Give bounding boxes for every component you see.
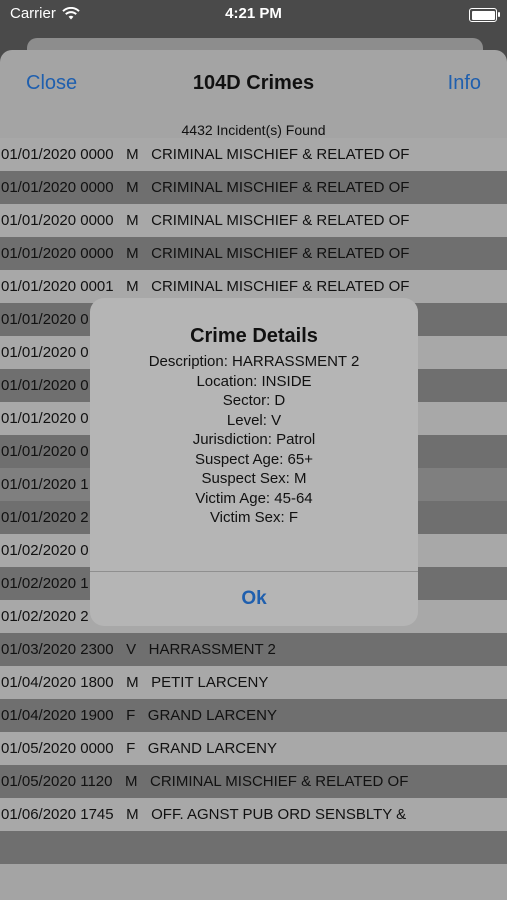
navigation-bar: Close 104D Crimes Info — [0, 50, 507, 118]
table-row[interactable]: 01/04/2020 1900 F GRAND LARCENY — [0, 699, 507, 732]
table-row[interactable]: 01/01/2020 0000 M CRIMINAL MISCHIEF & RE… — [0, 204, 507, 237]
table-row[interactable]: 01/01/2020 0000 M CRIMINAL MISCHIEF & RE… — [0, 237, 507, 270]
info-button[interactable]: Info — [448, 72, 481, 95]
alert-detail-line: Level: V — [226, 411, 282, 429]
table-row[interactable]: 01/01/2020 0000 M CRIMINAL MISCHIEF & RE… — [0, 138, 507, 171]
alert-detail-line: Location: INSIDE — [196, 372, 312, 390]
alert-detail-line: Jurisdiction: Patrol — [192, 431, 316, 448]
table-row[interactable]: 01/04/2020 1800 M PETIT LARCENY — [0, 666, 507, 699]
incident-count: 4432 Incident(s) Found — [181, 122, 326, 138]
crime-details-alert: Crime Details Description: HARRASSMENT 2… — [90, 298, 418, 626]
alert-detail-line: Suspect Age: 65+ — [194, 450, 313, 468]
table-row[interactable]: 01/03/2020 2300 V HARRASSMENT 2 — [0, 633, 507, 666]
table-row[interactable]: 01/05/2020 0000 F GRAND LARCENY — [0, 732, 507, 765]
alert-detail-line: Victim Sex: F — [209, 509, 299, 526]
alert-detail-line: Suspect Sex: M — [201, 470, 307, 487]
ok-button[interactable]: Ok — [90, 572, 418, 626]
status-time: 4:21 PM — [225, 5, 282, 22]
table-row[interactable]: 01/01/2020 0000 M CRIMINAL MISCHIEF & RE… — [0, 171, 507, 204]
page-title: 104D Crimes — [192, 72, 315, 94]
battery-icon — [469, 8, 500, 22]
alert-title: Crime Details — [190, 325, 318, 347]
alert-detail-line: Description: HARRASSMENT 2 — [148, 353, 360, 370]
table-row[interactable]: 01/05/2020 1120 M CRIMINAL MISCHIEF & RE… — [0, 765, 507, 798]
alert-detail-line: Sector: D — [222, 392, 286, 409]
alert-detail-line: Victim Age: 45-64 — [195, 489, 313, 507]
table-row[interactable] — [0, 831, 507, 864]
table-row[interactable]: 01/06/2020 1745 M OFF. AGNST PUB ORD SEN… — [0, 798, 507, 831]
status-bar: Carrier 4:21 PM — [0, 0, 507, 30]
alert-details: Description: HARRASSMENT 2 Location: INSI… — [90, 352, 418, 528]
